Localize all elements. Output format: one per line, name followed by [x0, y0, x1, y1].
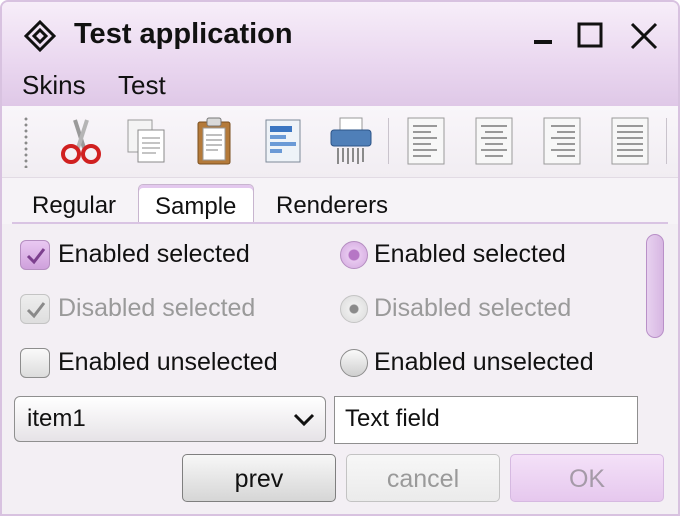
scrollbar-thumb[interactable]: [646, 234, 664, 338]
shredder-icon[interactable]: [326, 114, 376, 168]
cut-icon[interactable]: [56, 114, 106, 168]
menu-test[interactable]: Test: [118, 70, 166, 101]
checkbox-label: Disabled selected: [58, 294, 256, 322]
menu-skins[interactable]: Skins: [22, 70, 86, 101]
checkbox-disabled-selected: [20, 294, 50, 324]
tab-sample[interactable]: Sample: [138, 184, 254, 224]
copy-icon[interactable]: [122, 114, 172, 168]
align-center-icon[interactable]: [470, 114, 520, 168]
diamond-app-icon: [24, 20, 56, 52]
ok-button[interactable]: OK: [510, 454, 664, 502]
toolbar-separator: [388, 118, 389, 164]
radio-enabled-unselected[interactable]: [340, 349, 368, 377]
window-title: Test application: [74, 18, 293, 50]
align-right-icon[interactable]: [538, 114, 588, 168]
align-justify-icon[interactable]: [606, 114, 656, 168]
item-combobox[interactable]: item1: [14, 396, 326, 442]
text-field-value: Text field: [345, 405, 440, 432]
menu-bar: Skins Test: [2, 66, 678, 106]
toolbar-grip[interactable]: [23, 116, 29, 168]
radio-disabled-selected: [340, 295, 368, 323]
paste-icon[interactable]: [190, 114, 240, 168]
title-bar[interactable]: Test application: [2, 2, 678, 66]
checkbox-enabled-selected[interactable]: [20, 240, 50, 270]
checkbox-label: Enabled selected: [58, 240, 250, 268]
align-left-icon[interactable]: [402, 114, 452, 168]
close-icon[interactable]: [624, 16, 664, 56]
toolbar: [2, 106, 678, 178]
checkbox-label: Enabled unselected: [58, 348, 278, 376]
chevron-down-icon: [293, 413, 315, 427]
radio-enabled-selected[interactable]: [340, 241, 368, 269]
checkmark-icon: [26, 248, 46, 265]
combobox-value: item1: [27, 405, 86, 432]
toolbar-separator: [666, 118, 667, 164]
checkbox-enabled-unselected[interactable]: [20, 348, 50, 378]
minimize-icon[interactable]: [524, 16, 564, 56]
checkmark-icon: [26, 302, 46, 319]
cancel-button[interactable]: cancel: [346, 454, 500, 502]
sample-panel: Enabled selected Disabled selected Enabl…: [12, 224, 670, 446]
tab-renderers[interactable]: Renderers: [260, 184, 404, 224]
button-bar: prev cancel OK: [2, 446, 678, 514]
tab-bar: Regular Sample Renderers: [2, 178, 678, 224]
prev-button[interactable]: prev: [182, 454, 336, 502]
edit-document-icon[interactable]: [258, 114, 308, 168]
tab-regular[interactable]: Regular: [16, 184, 132, 224]
maximize-icon[interactable]: [570, 16, 610, 56]
radio-label: Disabled selected: [374, 294, 572, 322]
text-field[interactable]: Text field: [334, 396, 638, 444]
radio-label: Enabled selected: [374, 240, 566, 268]
application-window: Test application Skins Test Regular Samp…: [0, 0, 680, 516]
radio-label: Enabled unselected: [374, 348, 594, 376]
